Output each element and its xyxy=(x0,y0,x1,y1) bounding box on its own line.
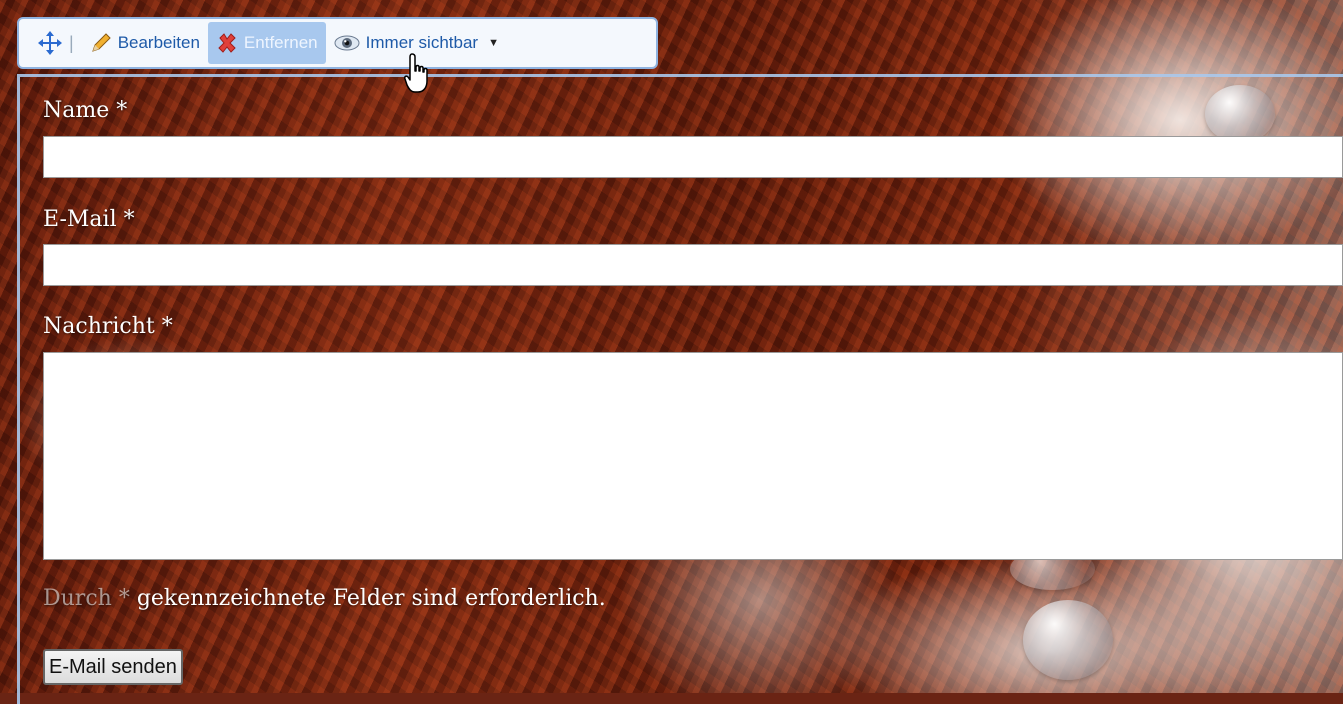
remove-label: Entfernen xyxy=(243,33,318,52)
name-input[interactable] xyxy=(43,136,1343,178)
email-input[interactable] xyxy=(43,244,1343,286)
element-toolbar: | Bearbeiten Entfernen Immer sichtbar ▼ xyxy=(17,17,658,69)
required-marker: * xyxy=(161,314,173,339)
required-fields-note: Durch * gekennzeichnete Felder sind erfo… xyxy=(43,586,606,611)
send-email-button[interactable]: E-Mail senden xyxy=(43,649,183,685)
toolbar-separator: | xyxy=(69,32,74,53)
pencil-icon xyxy=(91,33,111,52)
message-textarea[interactable] xyxy=(43,352,1343,560)
move-handle[interactable] xyxy=(35,28,65,58)
message-label: Nachricht * xyxy=(43,314,173,339)
remove-button[interactable]: Entfernen xyxy=(207,22,326,64)
required-marker: * xyxy=(123,207,135,232)
name-label: Name * xyxy=(43,98,128,123)
visibility-label: Immer sichtbar xyxy=(365,33,479,52)
email-label: E-Mail * xyxy=(43,207,135,232)
edit-label: Bearbeiten xyxy=(117,33,200,52)
move-arrows-icon xyxy=(38,31,62,55)
edit-button[interactable]: Bearbeiten xyxy=(82,22,208,64)
caret-down-icon: ▼ xyxy=(488,37,499,49)
required-marker: * xyxy=(116,98,128,123)
hand-cursor-icon xyxy=(404,53,428,93)
remove-x-icon xyxy=(218,33,236,53)
eye-icon xyxy=(334,35,360,51)
